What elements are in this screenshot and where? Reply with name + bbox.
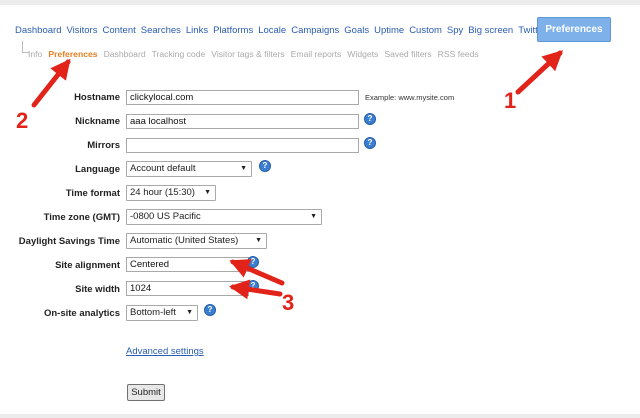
subnav-item-rss-feeds[interactable]: RSS feeds [438, 49, 479, 59]
nav-item-visitors[interactable]: Visitors [66, 25, 97, 36]
mirrors-input[interactable] [126, 138, 359, 153]
mirrors-help-icon[interactable]: ? [364, 137, 376, 149]
site-alignment-label: Site alignment [55, 260, 120, 271]
nav-item-searches[interactable]: Searches [141, 25, 181, 36]
nickname-label: Nickname [75, 116, 120, 127]
annotation-arrow-1 [515, 50, 563, 95]
nickname-help-icon[interactable]: ? [364, 113, 376, 125]
onsite-analytics-select-value: Bottom-left [130, 307, 176, 318]
time-format-select[interactable]: 24 hour (15:30) ▼ [126, 185, 216, 201]
time-zone-select-value: -0800 US Pacific [130, 211, 201, 222]
subnav-item-visitor-tags-filters[interactable]: Visitor tags & filters [211, 49, 284, 59]
language-select-value: Account default [130, 163, 196, 174]
time-format-select-value: 24 hour (15:30) [130, 187, 195, 198]
main-nav: Dashboard Visitors Content Searches Links Pla… [15, 25, 580, 36]
nav-item-locale[interactable]: Locale [258, 25, 286, 36]
subnav-item-email-reports[interactable]: Email reports [291, 49, 342, 59]
site-width-label: Site width [75, 284, 120, 295]
time-format-label: Time format [65, 188, 120, 199]
annotation-number-2: 2 [16, 108, 29, 133]
subnav-item-preferences[interactable]: Preferences [48, 49, 97, 59]
nav-item-campaigns[interactable]: Campaigns [291, 25, 339, 36]
window-bottom-border [0, 414, 640, 418]
annotation-arrow-2 [31, 58, 71, 108]
hostname-example: Example: www.mysite.com [365, 93, 455, 102]
submit-button[interactable]: Submit [127, 384, 165, 401]
nav-item-dashboard[interactable]: Dashboard [15, 25, 61, 36]
mirrors-label: Mirrors [87, 140, 120, 151]
subnav-item-info[interactable]: Info [28, 49, 42, 59]
annotation-number-3: 3 [282, 290, 295, 315]
site-width-input[interactable] [126, 281, 249, 296]
nav-item-content[interactable]: Content [102, 25, 135, 36]
subnav-item-dashboard[interactable]: Dashboard [104, 49, 146, 59]
chevron-down-icon: ▼ [240, 165, 247, 172]
subnav-item-saved-filters[interactable]: Saved filters [384, 49, 431, 59]
nav-item-goals[interactable]: Goals [344, 25, 369, 36]
chevron-down-icon: ▼ [186, 309, 193, 316]
onsite-analytics-help-icon[interactable]: ? [204, 304, 216, 316]
chevron-down-icon: ▼ [255, 237, 262, 244]
nav-item-spy[interactable]: Spy [447, 25, 463, 36]
window-top-border [0, 0, 640, 5]
nav-item-custom[interactable]: Custom [409, 25, 442, 36]
hostname-input[interactable] [126, 90, 359, 105]
advanced-settings-link[interactable]: Advanced settings [126, 346, 204, 357]
subnav-item-tracking-code[interactable]: Tracking code [152, 49, 206, 59]
language-select[interactable]: Account default ▼ [126, 161, 252, 177]
dst-select-value: Automatic (United States) [130, 235, 239, 246]
preferences-button[interactable]: Preferences [537, 17, 611, 42]
nav-item-links[interactable]: Links [186, 25, 208, 36]
dst-select[interactable]: Automatic (United States) ▼ [126, 233, 267, 249]
site-width-help-icon[interactable]: ? [247, 280, 259, 292]
nav-item-platforms[interactable]: Platforms [213, 25, 253, 36]
dst-label: Daylight Savings Time [18, 236, 120, 247]
annotation-number-1: 1 [504, 88, 517, 113]
language-help-icon[interactable]: ? [259, 160, 271, 172]
subnav-item-widgets[interactable]: Widgets [347, 49, 378, 59]
time-zone-label: Time zone (GMT) [43, 212, 120, 223]
nickname-input[interactable] [126, 114, 359, 129]
nav-item-big-screen[interactable]: Big screen [468, 25, 513, 36]
language-label: Language [75, 164, 120, 175]
chevron-down-icon: ▼ [204, 189, 211, 196]
onsite-analytics-select[interactable]: Bottom-left ▼ [126, 305, 198, 321]
time-zone-select[interactable]: -0800 US Pacific ▼ [126, 209, 322, 225]
nav-item-uptime[interactable]: Uptime [374, 25, 404, 36]
chevron-down-icon: ▼ [310, 213, 317, 220]
onsite-analytics-label: On-site analytics [43, 308, 120, 319]
site-alignment-input[interactable] [126, 257, 249, 272]
sub-nav: Info Preferences Dashboard Tracking code Vis… [28, 49, 485, 59]
site-alignment-help-icon[interactable]: ? [247, 256, 259, 268]
hostname-label: Hostname [74, 92, 120, 103]
